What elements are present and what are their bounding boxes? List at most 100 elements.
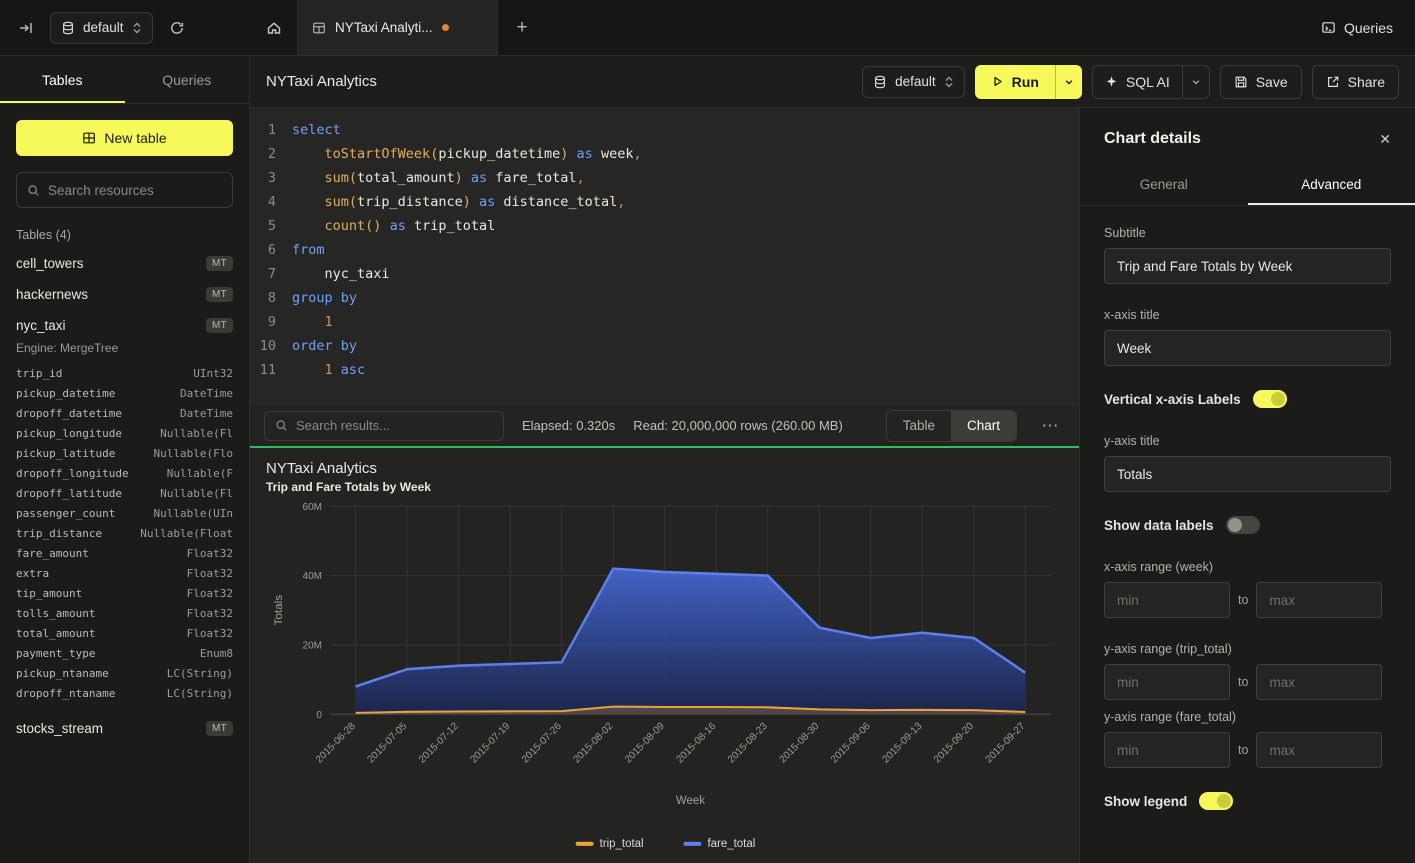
refresh-icon[interactable]: [163, 14, 191, 42]
engine-badge: MT: [206, 287, 233, 302]
main-area: NYTaxi Analytics default Run: [250, 56, 1415, 863]
yaxis-range-trip-min-input[interactable]: [1104, 664, 1230, 700]
column-row: pickup_ntanameLC(String): [0, 663, 249, 683]
run-button-group: Run: [975, 65, 1082, 99]
elapsed-stat: Elapsed: 0.320s: [522, 418, 615, 433]
yaxis-range-fare-min-input[interactable]: [1104, 732, 1230, 768]
vertical-xaxis-labels-toggle[interactable]: [1253, 390, 1287, 408]
engine-badge: MT: [206, 256, 233, 271]
sidebar-tab-queries[interactable]: Queries: [125, 56, 250, 103]
new-table-label: New table: [104, 130, 166, 146]
yaxis-title-input[interactable]: [1104, 456, 1391, 492]
column-row: trip_distanceNullable(Float: [0, 523, 249, 543]
run-options-button[interactable]: [1056, 65, 1082, 99]
run-button[interactable]: Run: [975, 65, 1055, 99]
yaxis-range-trip-max-input[interactable]: [1256, 664, 1382, 700]
sql-ai-options-button[interactable]: [1183, 66, 1209, 98]
column-row: total_amountFloat32: [0, 623, 249, 643]
xaxis-range-max-input[interactable]: [1256, 582, 1382, 618]
panel-body: Subtitle x-axis title Vertical x-axis La…: [1080, 206, 1415, 863]
tab-general[interactable]: General: [1080, 164, 1248, 205]
home-tab[interactable]: [250, 0, 298, 55]
new-tab-button[interactable]: +: [498, 0, 546, 55]
share-button[interactable]: Share: [1312, 65, 1399, 99]
view-table-button[interactable]: Table: [887, 411, 951, 441]
unsaved-dot-icon: [442, 24, 449, 31]
svg-text:60M: 60M: [303, 502, 322, 513]
yaxis-range-fare-label: y-axis range (fare_total): [1104, 710, 1391, 724]
sidebar-tab-tables[interactable]: Tables: [0, 56, 125, 103]
app-body: Tables Queries New table Tables (4) cell…: [0, 56, 1415, 863]
read-stat: Read: 20,000,000 rows (260.00 MB): [633, 418, 843, 433]
column-row: dropoff_longitudeNullable(F: [0, 463, 249, 483]
show-legend-toggle[interactable]: [1199, 792, 1233, 810]
database-selector-query[interactable]: default: [862, 66, 965, 98]
database-icon: [61, 21, 75, 35]
table-item[interactable]: hackernewsMT: [0, 279, 249, 310]
save-button[interactable]: Save: [1220, 65, 1302, 99]
svg-text:trip_total: trip_total: [600, 837, 644, 850]
grid-icon: [82, 131, 96, 145]
queries-button[interactable]: Queries: [1321, 0, 1393, 55]
queries-icon: [1321, 20, 1336, 35]
database-selector-value: default: [83, 20, 124, 35]
topbar-left: default: [0, 0, 250, 55]
new-table-button[interactable]: New table: [16, 120, 233, 156]
search-results-input[interactable]: [296, 418, 493, 433]
column-row: fare_amountFloat32: [0, 543, 249, 563]
sidebar-tabs: Tables Queries: [0, 56, 249, 104]
share-icon: [1326, 75, 1340, 89]
close-icon[interactable]: ✕: [1379, 131, 1391, 148]
sidebar: Tables Queries New table Tables (4) cell…: [0, 56, 250, 863]
chevron-updown-icon: [944, 75, 954, 89]
subtitle-label: Subtitle: [1104, 226, 1391, 240]
chart-canvas: 020M40M60M2015-06-282015-07-052015-07-12…: [266, 496, 1063, 855]
top-bar: default NYTaxi Analyti... + Queries: [0, 0, 1415, 56]
chart-pane: NYTaxi Analytics Trip and Fare Totals by…: [250, 448, 1079, 863]
svg-text:0: 0: [316, 710, 322, 721]
share-button-label: Share: [1348, 74, 1385, 90]
search-icon: [275, 419, 288, 432]
subtitle-input[interactable]: [1104, 248, 1391, 284]
collapse-sidebar-icon[interactable]: [12, 14, 40, 42]
view-chart-button[interactable]: Chart: [951, 411, 1016, 441]
query-header: NYTaxi Analytics default Run: [250, 56, 1415, 108]
panel-header: Chart details ✕: [1080, 108, 1415, 164]
to-label: to: [1238, 593, 1248, 607]
svg-text:2015-06-28: 2015-06-28: [314, 721, 358, 766]
tab-advanced[interactable]: Advanced: [1248, 164, 1415, 205]
chart-details-panel: Chart details ✕ General Advanced Subtitl…: [1079, 108, 1415, 863]
search-resources-input[interactable]: [48, 183, 222, 198]
toggle-knob: [1217, 794, 1231, 808]
svg-text:20M: 20M: [303, 640, 322, 651]
play-icon: [991, 75, 1004, 88]
table-item[interactable]: nyc_taxiMT: [0, 310, 249, 341]
column-row: tip_amountFloat32: [0, 583, 249, 603]
xaxis-range-label: x-axis range (week): [1104, 560, 1391, 574]
sql-editor[interactable]: 1select2 toStartOfWeek(pickup_datetime) …: [250, 108, 1079, 404]
query-tab[interactable]: NYTaxi Analyti...: [298, 0, 498, 55]
svg-text:2015-09-27: 2015-09-27: [984, 721, 1028, 766]
svg-text:2015-07-05: 2015-07-05: [366, 721, 410, 766]
tables-list: cell_towersMThackernewsMTnyc_taxiMTEngin…: [0, 248, 249, 744]
database-selector-topbar[interactable]: default: [50, 12, 153, 44]
yaxis-range-fare-max-input[interactable]: [1256, 732, 1382, 768]
show-data-labels-toggle[interactable]: [1226, 516, 1260, 534]
area-chart: 020M40M60M2015-06-282015-07-052015-07-12…: [266, 496, 1063, 855]
table-item[interactable]: stocks_streamMT: [0, 713, 249, 744]
workspace: 1select2 toStartOfWeek(pickup_datetime) …: [250, 108, 1079, 863]
table-item[interactable]: cell_towersMT: [0, 248, 249, 279]
search-icon: [27, 184, 40, 197]
yaxis-range-trip-label: y-axis range (trip_total): [1104, 642, 1391, 656]
more-options-button[interactable]: ⋯: [1035, 416, 1065, 436]
show-legend-label: Show legend: [1104, 794, 1187, 809]
svg-text:fare_total: fare_total: [707, 837, 755, 850]
xaxis-title-input[interactable]: [1104, 330, 1391, 366]
svg-text:2015-07-19: 2015-07-19: [469, 721, 513, 766]
run-button-label: Run: [1012, 74, 1039, 90]
chevron-updown-icon: [132, 21, 142, 35]
toggle-knob: [1228, 518, 1242, 532]
sql-ai-button[interactable]: SQL AI: [1093, 66, 1182, 98]
to-label: to: [1238, 675, 1248, 689]
xaxis-range-min-input[interactable]: [1104, 582, 1230, 618]
